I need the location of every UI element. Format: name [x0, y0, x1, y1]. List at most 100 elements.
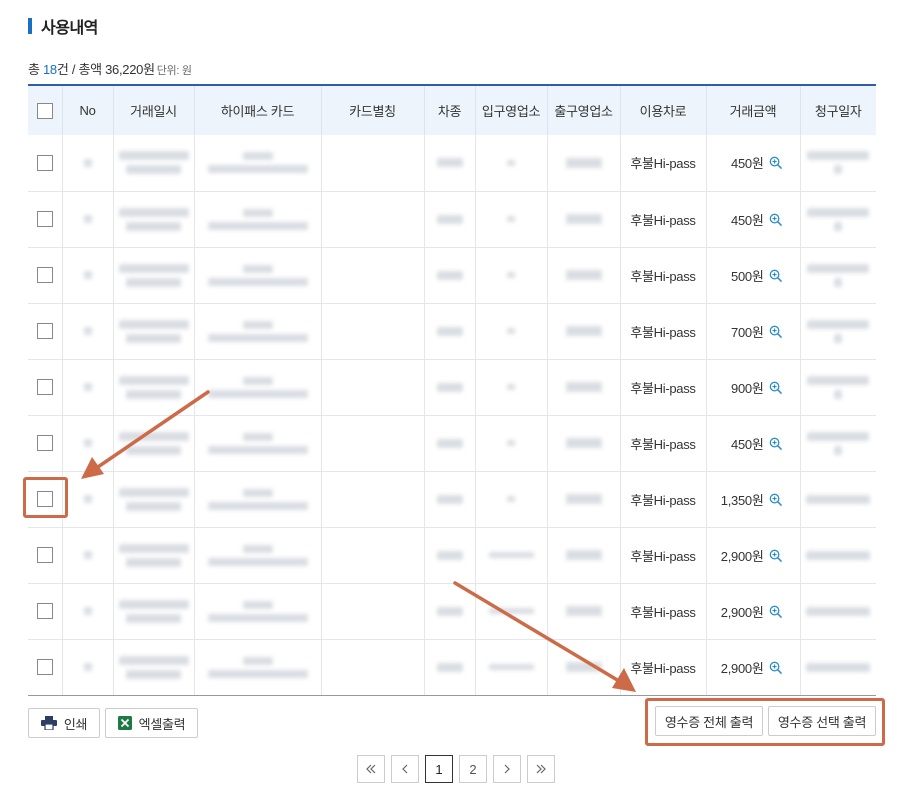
- cell-amount: 2,900원: [705, 527, 800, 584]
- redacted-block: [507, 384, 515, 390]
- cell-exit: [546, 135, 620, 192]
- row-select-cell[interactable]: [28, 639, 62, 696]
- zoom-in-icon[interactable]: [769, 269, 782, 282]
- excel-export-button[interactable]: 엑셀출력: [105, 708, 198, 738]
- redacted-block: [126, 333, 181, 343]
- row-select-cell[interactable]: [28, 415, 62, 472]
- redacted-block: [507, 216, 515, 222]
- redacted-content: [195, 376, 321, 398]
- row-checkbox[interactable]: [36, 211, 53, 228]
- row-checkbox[interactable]: [36, 379, 53, 396]
- cell-no: [61, 135, 113, 192]
- redacted-block: [807, 375, 870, 385]
- chevron-left-icon: [402, 764, 408, 774]
- cell-datetime: [112, 191, 194, 248]
- header-select-all[interactable]: [28, 84, 62, 135]
- redacted-content: [801, 494, 877, 504]
- prev-page-button[interactable]: [391, 755, 419, 783]
- amount-value: 450원: [731, 212, 764, 228]
- zoom-in-icon[interactable]: [769, 156, 782, 170]
- redacted-block: [507, 440, 515, 446]
- zoom-in-icon[interactable]: [769, 213, 782, 226]
- cell-lane: 후불Hi-pass: [619, 135, 706, 192]
- redacted-content: [425, 662, 475, 672]
- zoom-in-icon[interactable]: [769, 381, 782, 394]
- amount-wrap: 900원: [707, 378, 800, 397]
- redacted-block: [83, 327, 92, 335]
- redacted-content: [195, 488, 321, 510]
- double-chevron-left-icon: [366, 764, 376, 774]
- cell-vehicle: [423, 583, 475, 640]
- redacted-block: [507, 159, 515, 166]
- select-all-checkbox[interactable]: [36, 102, 53, 119]
- redacted-block: [126, 165, 181, 175]
- row-checkbox[interactable]: [36, 267, 53, 284]
- zoom-in-icon[interactable]: [769, 437, 782, 450]
- cell-card: [193, 359, 321, 416]
- row-checkbox[interactable]: [36, 547, 53, 564]
- row-select-cell[interactable]: [28, 303, 62, 360]
- cell-exit: [546, 191, 620, 248]
- cell-card: [193, 527, 321, 584]
- print-button-label: 인쇄: [63, 716, 88, 732]
- redacted-content: [476, 552, 547, 558]
- row-select-cell[interactable]: [28, 359, 62, 416]
- redacted-content: [476, 328, 547, 334]
- row-select-cell[interactable]: [28, 247, 62, 304]
- row-select-cell[interactable]: [28, 527, 62, 584]
- table-row: 후불Hi-pass 450원: [28, 415, 876, 472]
- redacted-block: [126, 501, 181, 511]
- redacted-block: [806, 550, 871, 560]
- redacted-block: [83, 607, 92, 615]
- receipt-print-selected-button[interactable]: 영수증 선택 출력: [768, 706, 876, 736]
- row-checkbox[interactable]: [36, 435, 53, 452]
- receipt-print-all-button[interactable]: 영수증 전체 출력: [655, 706, 763, 736]
- redacted-block: [565, 270, 602, 280]
- redacted-block: [83, 158, 92, 167]
- table-row: 후불Hi-pass 450원: [28, 191, 877, 248]
- row-checkbox[interactable]: [36, 323, 53, 340]
- row-checkbox[interactable]: [36, 155, 53, 172]
- redacted-content: [801, 207, 877, 231]
- redacted-block: [806, 606, 871, 616]
- table-header-row: No 거래일시 하이패스 카드 카드별칭 차종 입구영업소 출구영업소 이용차로…: [28, 84, 876, 135]
- zoom-in-icon[interactable]: [769, 549, 782, 562]
- cell-entry: [474, 359, 547, 416]
- zoom-in-icon[interactable]: [769, 493, 782, 506]
- cell-amount: 500원: [705, 247, 800, 304]
- cell-no: [61, 583, 113, 640]
- next-page-button[interactable]: [493, 755, 521, 783]
- row-select-cell[interactable]: [28, 191, 62, 248]
- last-page-button[interactable]: [527, 755, 555, 783]
- redacted-content: [63, 607, 113, 615]
- header-amount: 거래금액: [705, 84, 800, 135]
- row-select-cell[interactable]: [28, 135, 62, 192]
- redacted-content: [801, 375, 877, 399]
- zoom-in-icon[interactable]: [769, 605, 782, 618]
- page-1-button[interactable]: 1: [425, 755, 453, 783]
- row-select-cell[interactable]: [28, 583, 62, 640]
- redacted-content: [548, 157, 620, 168]
- redacted-content: [425, 494, 475, 504]
- row-checkbox[interactable]: [36, 659, 53, 676]
- redacted-content: [548, 662, 620, 672]
- redacted-block: [118, 599, 189, 609]
- redacted-content: [548, 606, 620, 616]
- cell-lane: 후불Hi-pass: [619, 247, 706, 304]
- row-checkbox[interactable]: [36, 603, 53, 620]
- redacted-content: [114, 431, 194, 455]
- redacted-block: [807, 263, 870, 273]
- redacted-block: [207, 669, 308, 678]
- redacted-content: [114, 599, 194, 623]
- cell-amount: 2,900원: [705, 639, 800, 696]
- zoom-in-icon[interactable]: [769, 661, 782, 674]
- zoom-in-icon[interactable]: [769, 325, 782, 338]
- cell-no: [61, 639, 113, 696]
- page-2-button[interactable]: 2: [459, 755, 487, 783]
- redacted-block: [507, 272, 515, 278]
- first-page-button[interactable]: [357, 755, 385, 783]
- header-hipass-card: 하이패스 카드: [193, 84, 321, 135]
- print-button[interactable]: 인쇄: [28, 708, 100, 738]
- cell-card: [193, 247, 321, 304]
- header-entry-office: 입구영업소: [474, 84, 547, 135]
